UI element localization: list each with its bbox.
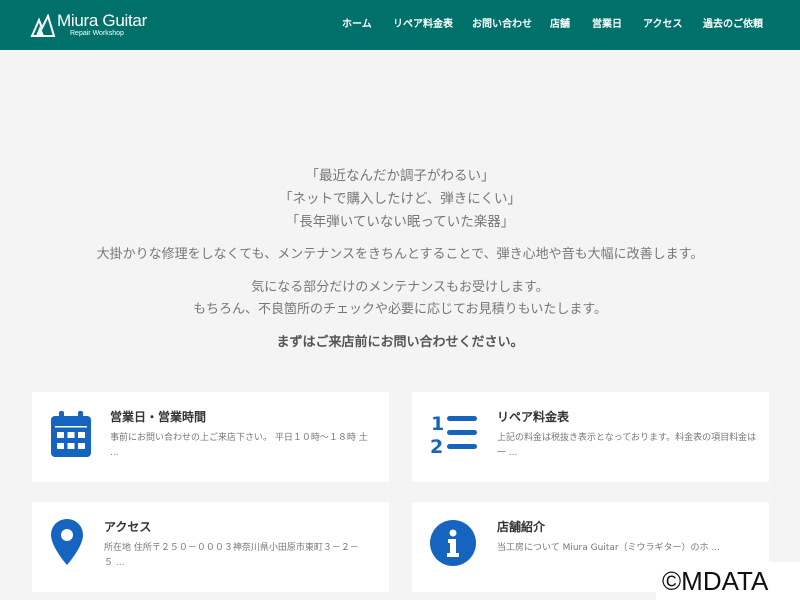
site-logo[interactable]: Miura Guitar Repair Workshop	[30, 11, 150, 40]
card-business-hours[interactable]: 営業日・営業時間 事前にお問い合わせの上ご来店下さい。 平日１０時～１８時 土 …	[32, 392, 389, 482]
calendar-icon	[51, 411, 91, 457]
nav-access[interactable]: アクセス	[643, 0, 683, 50]
nav-past-requests[interactable]: 過去のご依頼	[703, 0, 763, 50]
card-title: アクセス	[104, 520, 152, 534]
logo-title: Miura Guitar	[57, 11, 147, 30]
nav-repair-prices[interactable]: リペア料金表	[393, 0, 453, 50]
svg-text:2: 2	[430, 436, 443, 456]
watermark: ©MDATA	[656, 562, 800, 600]
site-header: Miura Guitar Repair Workshop ホーム リペア料金表 …	[0, 0, 800, 50]
map-pin-icon	[51, 519, 83, 565]
card-title: リペア料金表	[497, 410, 570, 424]
card-access[interactable]: アクセス 所在地 住所〒２５０－０００３神奈川県小田原市東町３－２－５ ...	[32, 502, 389, 592]
card-repair-prices[interactable]: 1 2 リペア料金表 上記の料金は税抜き表示となっております。料金表の項目料金は…	[412, 392, 769, 482]
info-icon	[430, 520, 476, 566]
numbered-list-icon: 1 2	[430, 413, 477, 456]
logo-mark-icon	[30, 14, 56, 37]
intro-quote-1: 「最近なんだか調子がわるい」	[305, 168, 495, 184]
intro-quote-2: 「ネットで購入したけど、弾きにくい」	[278, 191, 522, 207]
intro-quote-3: 「長年弾いていない眠っていた楽器」	[285, 214, 515, 230]
nav-home[interactable]: ホーム	[342, 0, 372, 50]
nav-business-days[interactable]: 営業日	[592, 0, 622, 50]
nav-contact[interactable]: お問い合わせ	[472, 0, 532, 50]
intro-callout: まずはご来店前にお問い合わせください。	[276, 335, 524, 350]
intro-paragraph-1: 大掛かりな修理をしなくても、メンテナンスをきちんとすることで、弾き心地や音も大幅…	[96, 247, 704, 262]
card-description: 事前にお問い合わせの上ご来店下さい。 平日１０時～１８時 土 ...	[110, 433, 368, 458]
card-description: 当工房について Miura Guitar（ミウラギター）のホ ...	[497, 543, 721, 553]
card-description: 上記の料金は税抜き表示となっております。料金表の項目料金は一 ...	[497, 433, 757, 458]
card-description: 所在地 住所〒２５０－０００３神奈川県小田原市東町３－２－５ ...	[104, 543, 359, 568]
nav-store[interactable]: 店舗	[550, 0, 570, 50]
intro-paragraph-2-line-2: もちろん、不良箇所のチェックや必要に応じてお見積りもいたします。	[192, 302, 608, 317]
intro-paragraph-2-line-1: 気になる部分だけのメンテナンスもお受けします。	[251, 280, 549, 295]
logo-subtitle: Repair Workshop	[70, 30, 124, 37]
card-title: 店舗紹介	[497, 520, 546, 534]
card-title: 営業日・営業時間	[110, 410, 207, 424]
svg-text:1: 1	[431, 413, 444, 435]
